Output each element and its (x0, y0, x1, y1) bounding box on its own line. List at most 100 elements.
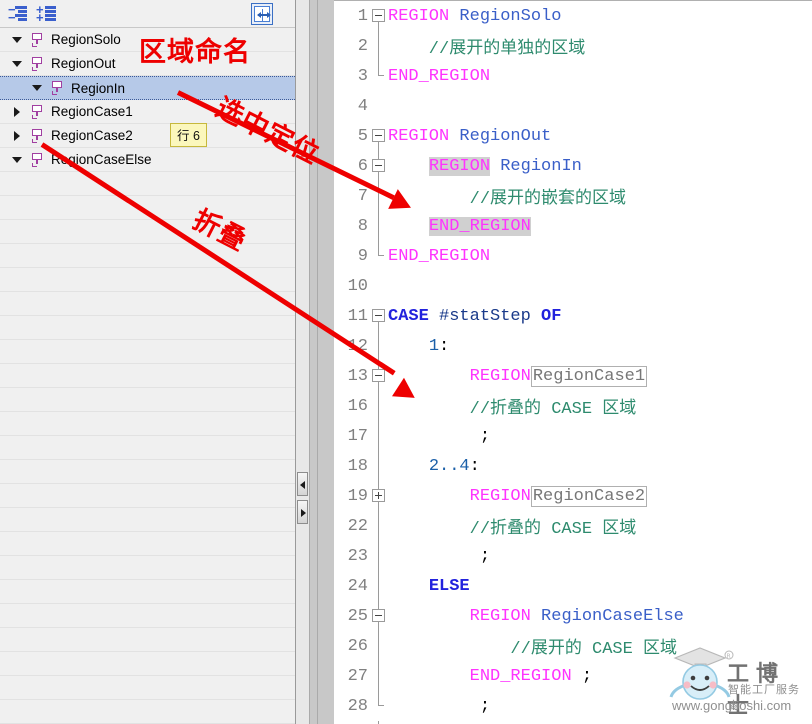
code-token: //折叠的 CASE 区域 (388, 520, 636, 539)
collapsed-region-name[interactable]: RegionCase1 (531, 366, 647, 387)
code-token (388, 157, 429, 176)
code-token: REGION (388, 7, 459, 26)
tree-empty-row (0, 316, 295, 340)
code-text: CASE #statStep OF (388, 307, 812, 326)
region-icon (31, 153, 44, 167)
code-line[interactable]: 17 ; (334, 421, 812, 451)
fold-guide (370, 31, 388, 61)
fold-collapse-icon[interactable] (370, 301, 388, 331)
code-text: REGION RegionCaseElse (388, 607, 812, 626)
fold-guide (370, 451, 388, 481)
chevron-down-icon[interactable] (12, 155, 22, 165)
code-token: END_REGION (388, 67, 490, 86)
fold-collapse-icon[interactable] (370, 151, 388, 181)
fit-width-icon[interactable] (251, 3, 273, 25)
tree-item-regioncaseelse[interactable]: RegionCaseElse (0, 148, 295, 172)
expand-all-icon[interactable]: + + (36, 5, 56, 23)
fold-guide (370, 421, 388, 451)
fold-collapse-icon[interactable] (370, 601, 388, 631)
splitter-collapse-right-button[interactable] (297, 500, 308, 524)
chevron-down-icon[interactable] (12, 59, 22, 69)
code-text: 2..4: (388, 457, 812, 476)
code-line[interactable]: 3 END_REGION (334, 61, 812, 91)
chevron-down-icon[interactable] (12, 35, 22, 45)
code-line[interactable]: 2 //展开的单独的区域 (334, 31, 812, 61)
fit-width-arrow (258, 14, 270, 16)
chevron-right-icon[interactable] (12, 107, 22, 117)
tree-item-label: RegionCase2 (51, 128, 133, 143)
code-text: REGION RegionSolo (388, 7, 812, 26)
code-text: END_REGION (388, 67, 812, 86)
chevron-right-icon[interactable] (12, 131, 22, 141)
line-number: 5 (334, 127, 370, 146)
tree-item-label: RegionIn (71, 81, 125, 96)
code-line[interactable]: 10 (334, 271, 812, 301)
tree-empty-row (0, 340, 295, 364)
code-line[interactable]: 5 REGION RegionOut (334, 121, 812, 151)
tree-empty-row (0, 484, 295, 508)
code-token: : (439, 337, 449, 356)
fold-expand-icon[interactable] (370, 481, 388, 511)
code-text: //展开的单独的区域 (388, 33, 812, 59)
collapsed-region-name[interactable]: RegionCase2 (531, 486, 647, 507)
tree-item-label: RegionCase1 (51, 104, 133, 119)
fold-guide (370, 511, 388, 541)
tree-empty-row (0, 244, 295, 268)
code-line[interactable]: 19 REGIONRegionCase2 (334, 481, 812, 511)
code-token: RegionOut (459, 127, 551, 146)
code-line[interactable]: 25 REGION RegionCaseElse (334, 601, 812, 631)
fold-guide (370, 571, 388, 601)
line-number: 3 (334, 67, 370, 86)
fold-guide (370, 541, 388, 571)
tree-empty-row (0, 172, 295, 196)
code-line[interactable]: 4 (334, 91, 812, 121)
tree-item-regionin[interactable]: RegionIn (0, 76, 295, 100)
code-token: END_REGION (470, 667, 572, 686)
line-number: 17 (334, 427, 370, 446)
code-line[interactable]: 6 REGION RegionIn (334, 151, 812, 181)
code-token: REGION (429, 157, 490, 176)
code-token: ELSE (429, 577, 470, 596)
chevron-down-icon[interactable] (32, 83, 42, 93)
tree-empty-row (0, 628, 295, 652)
tree-empty-row (0, 292, 295, 316)
code-line[interactable]: 11CASE #statStep OF (334, 301, 812, 331)
code-text: END_REGION (388, 247, 812, 266)
code-text: ; (388, 547, 812, 566)
line-number: 28 (334, 697, 370, 716)
code-token (388, 607, 470, 626)
splitter-separator (317, 0, 318, 724)
code-line[interactable]: 9END_REGION (334, 241, 812, 271)
code-token: REGION (470, 487, 531, 506)
code-token: RegionSolo (459, 7, 561, 26)
collapse-all-icon[interactable]: − − (8, 5, 28, 23)
code-editor[interactable]: 1REGION RegionSolo2 //展开的单独的区域3END_REGIO… (334, 0, 812, 724)
code-token: REGION (388, 127, 459, 146)
fold-guide (370, 271, 388, 301)
panel-splitter[interactable] (296, 0, 334, 724)
code-text: //折叠的 CASE 区域 (388, 393, 812, 419)
tree-empty-row (0, 508, 295, 532)
code-line[interactable]: 1REGION RegionSolo (334, 1, 812, 31)
code-token: CASE (388, 307, 439, 326)
tree-empty-row (0, 652, 295, 676)
code-line[interactable]: 22 //折叠的 CASE 区域 (334, 511, 812, 541)
code-text: REGIONRegionCase1 (388, 367, 812, 386)
tree-item-label: RegionSolo (51, 32, 121, 47)
code-token: ; (388, 547, 490, 566)
code-line[interactable]: 18 2..4: (334, 451, 812, 481)
line-number: 23 (334, 547, 370, 566)
splitter-collapse-left-button[interactable] (297, 472, 308, 496)
code-token: 1 (429, 337, 439, 356)
tree-empty-row (0, 364, 295, 388)
code-line[interactable]: 24 ELSE (334, 571, 812, 601)
code-token: //折叠的 CASE 区域 (388, 400, 636, 419)
fold-guide (370, 661, 388, 691)
fold-collapse-icon[interactable] (370, 1, 388, 31)
code-line[interactable]: 23 ; (334, 541, 812, 571)
fold-collapse-icon[interactable] (370, 121, 388, 151)
code-token (388, 487, 470, 506)
code-text: REGIONRegionCase2 (388, 487, 812, 506)
fold-end-marker (370, 691, 388, 721)
code-line[interactable]: 12 1: (334, 331, 812, 361)
